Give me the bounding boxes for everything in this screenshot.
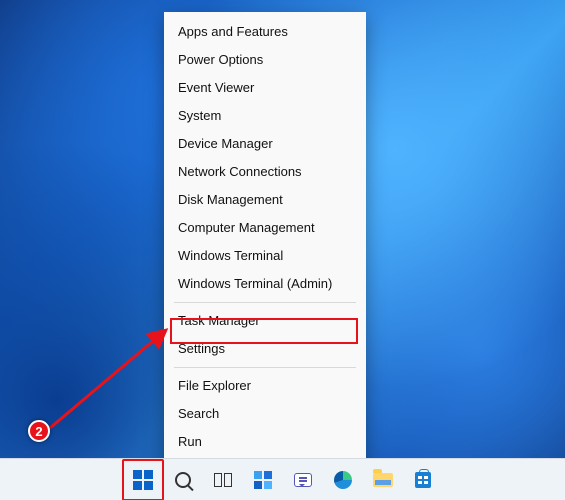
start-button[interactable]: [126, 463, 160, 497]
chat-button[interactable]: [286, 463, 320, 497]
chat-icon: [294, 473, 312, 487]
annotation-arrow-2: [44, 320, 174, 435]
menu-apps-and-features[interactable]: Apps and Features: [164, 18, 366, 46]
menu-windows-terminal[interactable]: Windows Terminal: [164, 242, 366, 270]
menu-search[interactable]: Search: [164, 400, 366, 428]
file-explorer-button[interactable]: [366, 463, 400, 497]
menu-separator: [174, 367, 356, 368]
taskbar: [0, 458, 565, 500]
menu-network-connections[interactable]: Network Connections: [164, 158, 366, 186]
start-context-menu: Apps and Features Power Options Event Vi…: [164, 12, 366, 500]
menu-event-viewer[interactable]: Event Viewer: [164, 74, 366, 102]
menu-power-options[interactable]: Power Options: [164, 46, 366, 74]
desktop: Apps and Features Power Options Event Vi…: [0, 0, 565, 500]
store-icon: [415, 472, 431, 488]
menu-file-explorer[interactable]: File Explorer: [164, 372, 366, 400]
edge-button[interactable]: [326, 463, 360, 497]
task-view-button[interactable]: [206, 463, 240, 497]
menu-run[interactable]: Run: [164, 428, 366, 456]
annotation-step-2: 2: [28, 420, 50, 442]
file-explorer-icon: [373, 473, 393, 487]
menu-settings[interactable]: Settings: [164, 335, 366, 363]
store-button[interactable]: [406, 463, 440, 497]
task-view-icon: [214, 473, 232, 487]
menu-device-manager[interactable]: Device Manager: [164, 130, 366, 158]
menu-computer-management[interactable]: Computer Management: [164, 214, 366, 242]
menu-disk-management[interactable]: Disk Management: [164, 186, 366, 214]
menu-windows-terminal-admin[interactable]: Windows Terminal (Admin): [164, 270, 366, 298]
windows-logo-icon: [133, 470, 153, 490]
widgets-icon: [254, 471, 272, 489]
edge-icon: [334, 471, 352, 489]
search-button[interactable]: [166, 463, 200, 497]
search-icon: [175, 472, 191, 488]
menu-task-manager[interactable]: Task Manager: [164, 307, 366, 335]
widgets-button[interactable]: [246, 463, 280, 497]
menu-system[interactable]: System: [164, 102, 366, 130]
menu-separator: [174, 302, 356, 303]
